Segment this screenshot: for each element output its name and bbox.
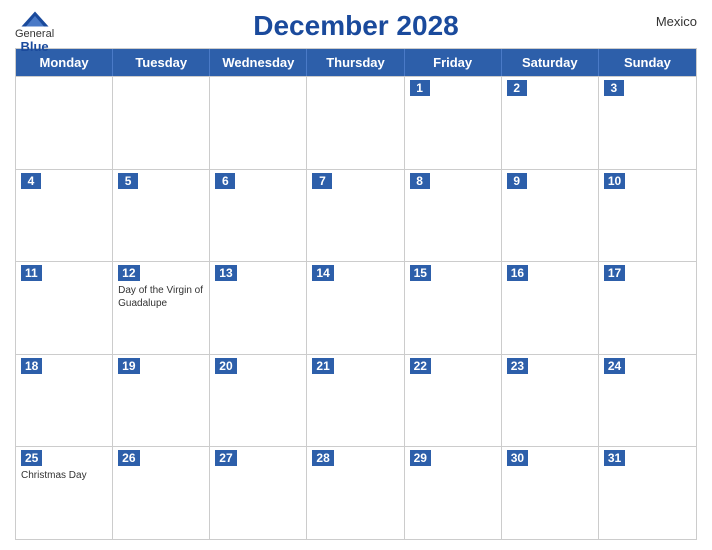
calendar-row: 0 0 0 0 1 2 3 [16,76,696,169]
weekday-header: Thursday [307,49,404,76]
day-number: 16 [507,265,528,281]
day-number: 20 [215,358,236,374]
logo-blue-text: Blue [20,40,48,54]
calendar-cell: 27 [210,447,307,539]
calendar-cell: 15 [405,262,502,354]
day-number: 11 [21,265,42,281]
calendar-cell: 9 [502,170,599,262]
calendar-cell: 0 [210,77,307,169]
event-text: Day of the Virgin of Guadalupe [118,284,204,310]
day-number: 10 [604,173,625,189]
day-number: 2 [507,80,527,96]
calendar-cell: 0 [307,77,404,169]
day-number: 9 [507,173,527,189]
day-number: 25 [21,450,42,466]
calendar: MondayTuesdayWednesdayThursdayFridaySatu… [15,48,697,540]
day-number: 15 [410,265,431,281]
calendar-cell: 28 [307,447,404,539]
page-title: December 2028 [253,10,458,42]
day-number: 27 [215,450,236,466]
calendar-cell: 17 [599,262,696,354]
calendar-cell: 2 [502,77,599,169]
weekday-header: Friday [405,49,502,76]
day-number: 21 [312,358,333,374]
header: General Blue December 2028 Mexico [15,10,697,42]
calendar-cell: 13 [210,262,307,354]
calendar-cell: 18 [16,355,113,447]
calendar-cell: 29 [405,447,502,539]
calendar-cell: 7 [307,170,404,262]
day-number: 0 [215,80,235,96]
logo: General Blue [15,10,54,54]
day-number: 17 [604,265,625,281]
page: General Blue December 2028 Mexico Monday… [0,0,712,550]
day-number: 3 [604,80,624,96]
day-number: 0 [21,80,41,96]
day-number: 1 [410,80,430,96]
calendar-cell: 31 [599,447,696,539]
day-number: 18 [21,358,42,374]
country-label: Mexico [656,14,697,29]
calendar-cell: 5 [113,170,210,262]
calendar-row: 18 19 20 21 22 23 24 [16,354,696,447]
day-number: 4 [21,173,41,189]
day-number: 14 [312,265,333,281]
calendar-cell: 11 [16,262,113,354]
calendar-cell: 26 [113,447,210,539]
calendar-cell: 8 [405,170,502,262]
day-number: 28 [312,450,333,466]
day-number: 23 [507,358,528,374]
weekday-header: Saturday [502,49,599,76]
day-number: 8 [410,173,430,189]
day-number: 13 [215,265,236,281]
calendar-cell: 16 [502,262,599,354]
calendar-cell: 4 [16,170,113,262]
calendar-cell: 12 Day of the Virgin of Guadalupe [113,262,210,354]
logo-icon [20,10,50,28]
calendar-cell: 30 [502,447,599,539]
calendar-cell: 20 [210,355,307,447]
calendar-cell: 3 [599,77,696,169]
calendar-cell: 25 Christmas Day [16,447,113,539]
day-number: 0 [118,80,138,96]
day-number: 31 [604,450,625,466]
day-number: 19 [118,358,139,374]
calendar-cell: 19 [113,355,210,447]
calendar-cell: 24 [599,355,696,447]
calendar-row: 11 12 Day of the Virgin of Guadalupe 13 14 15… [16,261,696,354]
calendar-row: 25 Christmas Day 26 27 28 29 30 31 [16,446,696,539]
day-number: 26 [118,450,139,466]
day-number: 6 [215,173,235,189]
calendar-cell: 1 [405,77,502,169]
day-number: 12 [118,265,139,281]
calendar-cell: 10 [599,170,696,262]
day-number: 30 [507,450,528,466]
calendar-body: 0000123456789101112Day of the Virgin of … [16,76,696,539]
calendar-cell: 21 [307,355,404,447]
calendar-cell: 6 [210,170,307,262]
day-number: 7 [312,173,332,189]
calendar-cell: 23 [502,355,599,447]
calendar-cell: 22 [405,355,502,447]
calendar-row: 4 5 6 7 8 9 10 [16,169,696,262]
weekday-header: Wednesday [210,49,307,76]
weekday-header: Tuesday [113,49,210,76]
calendar-cell: 0 [113,77,210,169]
weekday-header: Sunday [599,49,696,76]
day-number: 0 [312,80,332,96]
day-number: 24 [604,358,625,374]
day-number: 5 [118,173,138,189]
calendar-cell: 14 [307,262,404,354]
calendar-header: MondayTuesdayWednesdayThursdayFridaySatu… [16,49,696,76]
calendar-cell: 0 [16,77,113,169]
event-text: Christmas Day [21,469,107,482]
day-number: 29 [410,450,431,466]
day-number: 22 [410,358,431,374]
